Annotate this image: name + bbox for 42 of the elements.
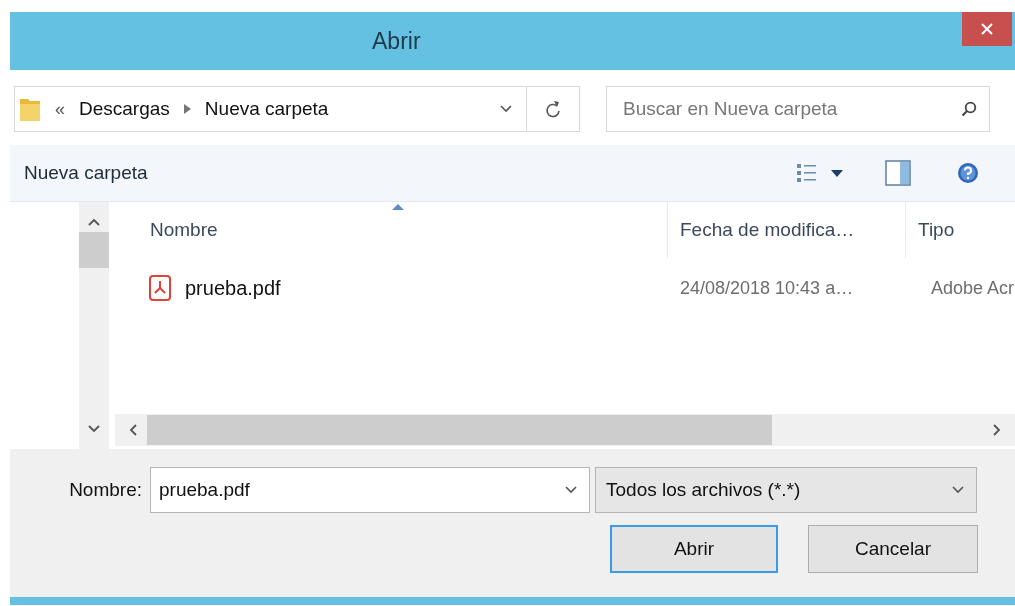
scroll-down-icon[interactable]	[88, 425, 100, 433]
overflow-chevron[interactable]: «	[55, 98, 65, 120]
dropdown-chevron-icon[interactable]	[500, 105, 512, 113]
vertical-scrollbar[interactable]	[79, 202, 109, 449]
column-header[interactable]: Fecha de modifica…	[680, 219, 855, 241]
cancel-button[interactable]: Cancelar	[808, 525, 978, 573]
column-header[interactable]: Tipo	[918, 219, 955, 241]
view-options-icon[interactable]	[797, 163, 817, 183]
window-title: Abrir	[372, 27, 421, 55]
file-name[interactable]: prueba.pdf	[185, 276, 281, 300]
sort-arrow-icon	[392, 204, 404, 210]
table-cell: Adobe Acr	[931, 277, 1015, 299]
dropdown-chevron-icon	[952, 486, 964, 494]
scroll-up-icon[interactable]	[88, 218, 100, 226]
file-name-field[interactable]: prueba.pdf	[150, 467, 590, 513]
breadcrumb-item[interactable]: Descargas	[79, 98, 170, 120]
breadcrumb-item[interactable]: Nueva carpeta	[204, 98, 329, 120]
table-cell: 24/08/2018 10:43 a…	[680, 277, 854, 299]
pdf-file-icon	[149, 275, 171, 301]
chevron-right-icon	[183, 104, 191, 114]
file-type-dropdown[interactable]: Todos los archivos (*.*)	[595, 467, 977, 513]
horizontal-scrollbar[interactable]	[115, 414, 1015, 446]
open-button[interactable]: Abrir	[610, 525, 778, 573]
address-bar[interactable]: « Descargas Nueva carpeta	[14, 86, 580, 132]
folder-icon	[19, 96, 41, 122]
search-icon	[961, 101, 977, 117]
scroll-right-icon[interactable]	[993, 424, 1001, 436]
field-label: Nombre:	[68, 479, 143, 501]
help-icon[interactable]	[957, 162, 979, 184]
close-button[interactable]	[962, 12, 1012, 46]
scroll-thumb[interactable]	[147, 415, 772, 445]
scroll-left-icon[interactable]	[129, 424, 137, 436]
preview-pane-icon[interactable]	[885, 160, 911, 186]
scroll-thumb[interactable]	[79, 232, 109, 268]
column-header[interactable]: Nombre	[150, 219, 218, 241]
refresh-icon[interactable]	[545, 100, 561, 118]
caret-down-icon[interactable]	[831, 169, 843, 177]
search-input: Buscar en Nueva carpeta	[621, 97, 925, 121]
close-icon	[981, 23, 993, 35]
new-folder-button[interactable]: Nueva carpeta	[24, 162, 148, 184]
search-field[interactable]: Buscar en Nueva carpeta	[606, 86, 990, 132]
dropdown-chevron-icon[interactable]	[565, 486, 577, 494]
